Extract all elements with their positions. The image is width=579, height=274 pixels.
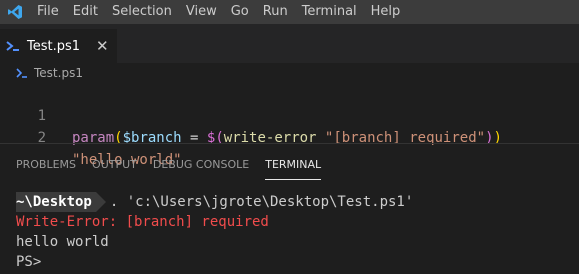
vscode-logo-icon[interactable]: [0, 0, 30, 24]
code-line: 1 param($branch = $(write-error "[branch…: [0, 83, 579, 146]
tab-debug-console[interactable]: DEBUG CONSOLE: [145, 153, 257, 177]
powershell-icon: [16, 68, 28, 78]
menu-run[interactable]: Run: [256, 0, 295, 24]
panel-tab-bar: PROBLEMS OUTPUT DEBUG CONSOLE TERMINAL: [0, 153, 329, 180]
menu-selection[interactable]: Selection: [105, 0, 179, 24]
menu-view[interactable]: View: [179, 0, 224, 24]
terminal-output-line: hello world: [16, 234, 109, 250]
terminal-command: . 'c:\Users\jgrote\Desktop\Test.ps1': [109, 194, 414, 210]
menu-edit[interactable]: Edit: [66, 0, 105, 24]
menu-file[interactable]: File: [30, 0, 66, 24]
menu-go[interactable]: Go: [224, 0, 256, 24]
line-number: 2: [37, 130, 46, 146]
close-icon[interactable]: ✕: [96, 38, 109, 54]
editor-tab-bar: Test.ps1 ✕: [0, 24, 579, 63]
tab-problems[interactable]: PROBLEMS: [0, 153, 84, 177]
code-line: 2 "hello world": [0, 105, 579, 168]
terminal-error: Write-Error: [branch] required: [16, 214, 269, 230]
terminal-line: ~\Desktop. 'c:\Users\jgrote\Desktop\Test…: [16, 192, 579, 212]
powershell-icon: [6, 40, 20, 52]
tab-terminal[interactable]: TERMINAL: [257, 153, 329, 180]
breadcrumb-label: Test.ps1: [34, 66, 83, 80]
menu-help[interactable]: Help: [364, 0, 408, 24]
prompt-path: ~\Desktop: [16, 192, 106, 212]
panel-divider: [0, 143, 579, 144]
terminal-output[interactable]: ~\Desktop. 'c:\Users\jgrote\Desktop\Test…: [16, 192, 579, 272]
terminal-prompt: PS>: [16, 254, 42, 270]
tab-output[interactable]: OUTPUT: [84, 153, 145, 177]
breadcrumb[interactable]: Test.ps1: [16, 66, 83, 80]
code-content: param($branch = $(write-error "[branch] …: [72, 127, 502, 149]
menu-bar: File Edit Selection View Go Run Terminal…: [0, 0, 579, 24]
tab-test-ps1[interactable]: Test.ps1 ✕: [0, 29, 117, 63]
menu-terminal[interactable]: Terminal: [295, 0, 364, 24]
tab-label: Test.ps1: [27, 38, 81, 54]
